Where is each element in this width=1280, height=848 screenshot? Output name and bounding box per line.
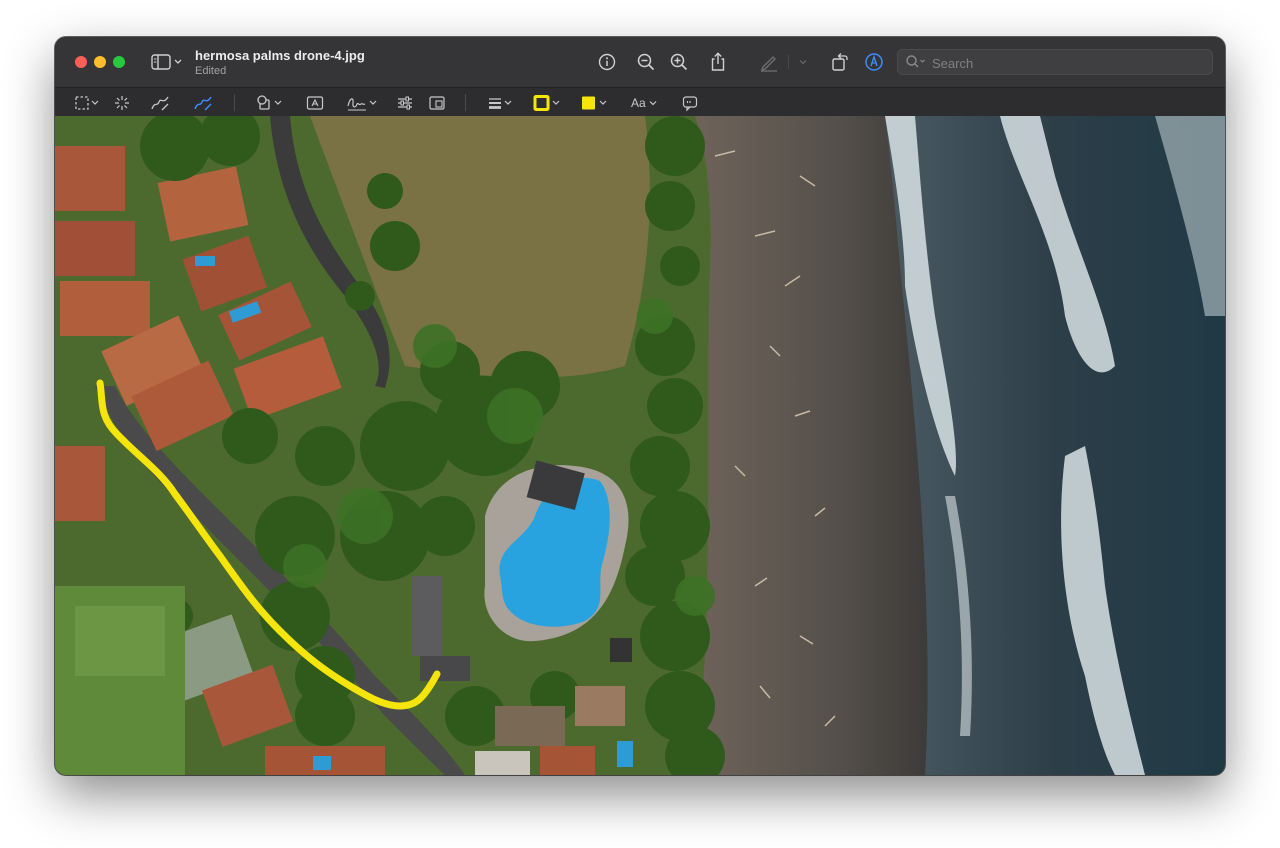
- zoom-button[interactable]: [113, 56, 125, 68]
- rotate-icon: [832, 53, 848, 71]
- image-canvas[interactable]: [55, 116, 1225, 775]
- draw-icon: [194, 96, 212, 111]
- fill-color-icon: [582, 96, 607, 110]
- border-color-button[interactable]: [532, 93, 562, 113]
- sketch-tool-button[interactable]: [149, 93, 171, 113]
- sketch-icon: [151, 96, 169, 111]
- info-icon: [598, 53, 616, 71]
- preview-window: hermosa palms drone-4.jpg Edited Search …: [55, 37, 1225, 775]
- note-icon: [682, 96, 698, 112]
- border-color-icon: [533, 95, 560, 111]
- divider: [234, 94, 235, 111]
- zoom-in-button[interactable]: [669, 52, 689, 72]
- adjust-color-button[interactable]: [395, 93, 415, 113]
- chevron-down-icon: [799, 60, 807, 65]
- zoom-out-button[interactable]: [636, 52, 656, 72]
- zoom-out-icon: [637, 53, 655, 71]
- text-box-button[interactable]: [305, 93, 325, 113]
- divider: [465, 94, 466, 111]
- sign-button[interactable]: [345, 93, 379, 113]
- zoom-in-icon: [670, 53, 688, 71]
- share-icon: [711, 52, 725, 71]
- close-button[interactable]: [75, 56, 87, 68]
- shapes-button[interactable]: [255, 93, 285, 113]
- shapes-icon: [257, 95, 282, 110]
- highlight-button[interactable]: [758, 52, 780, 72]
- text-style-button[interactable]: Aa: [631, 93, 660, 113]
- divider: [788, 55, 789, 69]
- minimize-button[interactable]: [94, 56, 106, 68]
- adjust-color-icon: [398, 96, 412, 110]
- instant-alpha-button[interactable]: [112, 93, 132, 113]
- search-field[interactable]: [897, 49, 1213, 75]
- chevron-down-icon: [649, 101, 657, 106]
- highlight-menu-button[interactable]: [797, 56, 809, 68]
- adjust-size-icon: [429, 96, 445, 110]
- selection-tool-button[interactable]: [73, 93, 101, 113]
- drone-photo: [55, 116, 1225, 775]
- draw-tool-button[interactable]: [192, 93, 214, 113]
- markup-toolbar-button[interactable]: [863, 51, 885, 73]
- instant-alpha-icon: [115, 96, 129, 110]
- text-style-label: Aa: [631, 96, 646, 110]
- note-button[interactable]: [680, 93, 700, 113]
- fill-color-button[interactable]: [579, 93, 609, 113]
- sidebar-icon: [151, 54, 182, 70]
- line-style-button[interactable]: [485, 93, 515, 113]
- signature-icon: [347, 98, 377, 111]
- sidebar-toggle-button[interactable]: [150, 52, 184, 72]
- search-icon: [906, 55, 925, 68]
- document-status: Edited: [195, 65, 227, 77]
- highlighter-icon: [760, 56, 777, 72]
- info-button[interactable]: [597, 52, 617, 72]
- search-input[interactable]: [930, 53, 1204, 73]
- title-bar: hermosa palms drone-4.jpg Edited: [55, 37, 1225, 87]
- document-title: hermosa palms drone-4.jpg: [195, 48, 365, 63]
- adjust-size-button[interactable]: [427, 93, 447, 113]
- line-style-icon: [489, 98, 512, 109]
- text-box-icon: [306, 96, 324, 110]
- markup-icon: [865, 53, 883, 71]
- markup-toolbar: Aa: [55, 87, 1225, 118]
- chevron-down-icon: [174, 59, 182, 64]
- rotate-button[interactable]: [830, 51, 850, 73]
- share-button[interactable]: [708, 51, 728, 73]
- selection-icon: [75, 96, 99, 110]
